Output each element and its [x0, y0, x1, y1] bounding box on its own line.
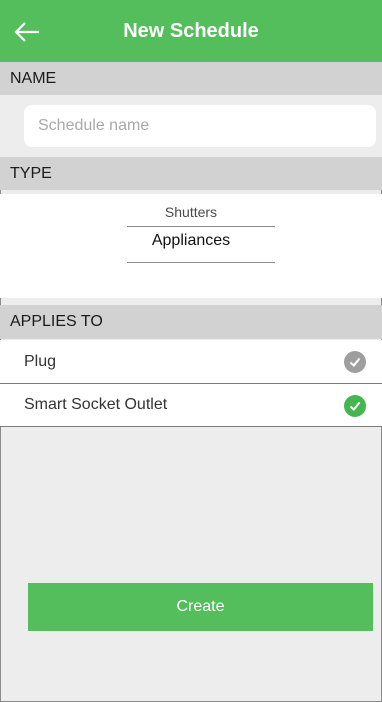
device-label-plug: Plug: [24, 353, 57, 370]
device-row-smart-socket-outlet[interactable]: Smart Socket Outlet: [0, 383, 382, 427]
header-bar: New Schedule: [0, 0, 382, 62]
create-button[interactable]: Create: [28, 583, 373, 631]
type-option-shutters[interactable]: Shutters: [0, 204, 382, 220]
check-circle-icon[interactable]: [344, 351, 366, 373]
type-section-header: TYPE: [0, 157, 382, 190]
picker-divider-top: [127, 226, 275, 227]
device-label-smart-socket-outlet: Smart Socket Outlet: [24, 396, 168, 413]
applies-to-section-header: APPLIES TO: [0, 305, 382, 339]
back-arrow-icon[interactable]: [12, 17, 42, 47]
name-section-header: NAME: [0, 62, 382, 95]
check-circle-icon[interactable]: [344, 395, 366, 417]
type-option-appliances[interactable]: Appliances: [0, 232, 382, 250]
name-field-container: [0, 95, 382, 157]
device-row-plug[interactable]: Plug: [0, 340, 382, 384]
page-title: New Schedule: [123, 19, 259, 42]
schedule-name-input[interactable]: [24, 105, 376, 147]
type-picker[interactable]: Shutters Appliances: [0, 194, 382, 298]
picker-divider-bottom: [127, 262, 275, 263]
